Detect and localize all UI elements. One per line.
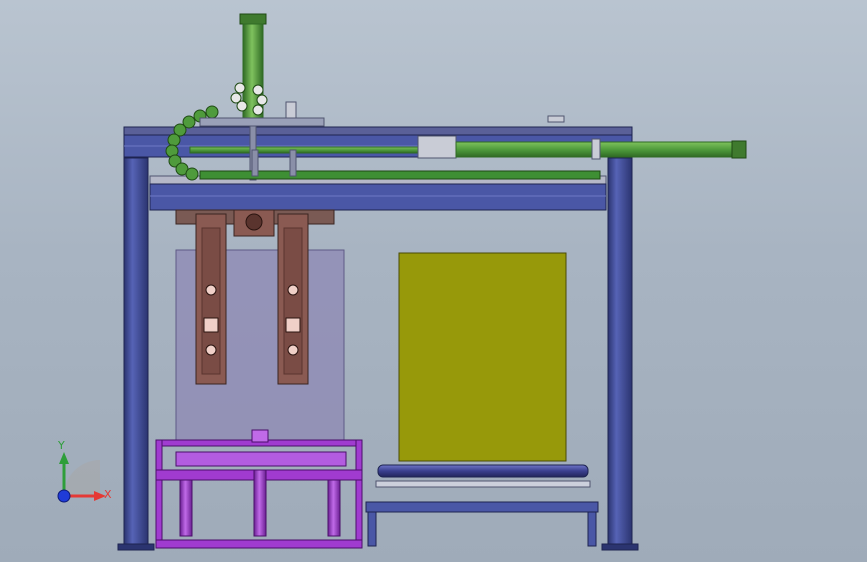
left-frame-post bbox=[117, 157, 155, 551]
right-frame-post bbox=[601, 157, 639, 551]
axis-triad: Y X bbox=[57, 439, 112, 503]
assembly-drawing: Y X bbox=[57, 13, 747, 551]
left-gripper-finger bbox=[195, 213, 227, 385]
roller-table bbox=[155, 429, 363, 549]
roller-conveyor bbox=[365, 464, 599, 547]
top-frame bbox=[123, 126, 633, 211]
z-axis-dot bbox=[57, 489, 71, 503]
product-box bbox=[398, 252, 567, 462]
y-axis-label: Y bbox=[57, 439, 65, 452]
x-axis-label: X bbox=[104, 488, 112, 501]
cad-viewport[interactable]: Y X bbox=[0, 0, 867, 562]
right-gripper-finger bbox=[277, 213, 309, 385]
